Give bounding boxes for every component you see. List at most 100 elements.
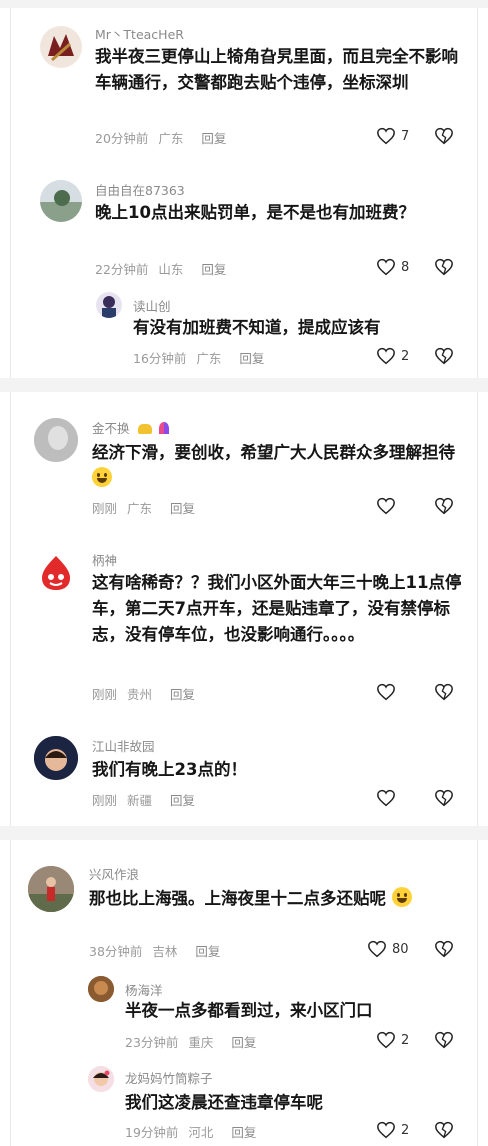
comment-text: 那也比上海强。上海夜里十二点多还贴呢: [89, 886, 464, 912]
like-button[interactable]: [376, 683, 411, 701]
broken-heart-outline-icon: [435, 1121, 453, 1139]
like-button[interactable]: 2: [376, 1121, 411, 1139]
reply-button[interactable]: 回复: [170, 793, 195, 808]
dislike-button[interactable]: [434, 683, 454, 701]
comment-text: 这有啥稀奇？？我们小区外面大年三十晚上11点停车，第二天7点开车，还是贴违章了，…: [92, 573, 462, 644]
like-button[interactable]: [376, 497, 411, 515]
like-button[interactable]: 7: [376, 127, 411, 145]
user-avatar[interactable]: [88, 976, 114, 1002]
broken-heart-outline-icon: [435, 1031, 453, 1049]
broken-heart-outline-icon: [435, 940, 453, 958]
broken-heart-outline-icon: [435, 789, 453, 807]
comment-text-body: 经济下滑，要创收，希望广大人民群众多理解担待: [92, 443, 455, 462]
laughing-tears-emoji-icon: [391, 887, 412, 907]
user-avatar[interactable]: [34, 550, 78, 594]
reply-button[interactable]: 回复: [195, 944, 220, 959]
comment-time: 20分钟前: [95, 131, 149, 146]
comment-time: 刚刚: [92, 501, 118, 516]
like-count: 7: [401, 128, 410, 144]
heart-outline-icon: [377, 683, 395, 701]
comment-location: 重庆: [188, 1035, 214, 1050]
reply-button[interactable]: 回复: [231, 1125, 256, 1140]
like-button[interactable]: 8: [376, 258, 411, 276]
section-gap: [0, 826, 488, 840]
comment-location: 贵州: [127, 687, 153, 702]
comment-text: 我半夜三更停山上犄角旮旯里面，而且完全不影响车辆通行，交警都跑去贴个违停，坐标深…: [95, 47, 458, 92]
like-button[interactable]: [376, 789, 411, 807]
comment-meta: 22分钟前 山东 回复: [95, 259, 236, 278]
user-avatar[interactable]: [34, 736, 78, 780]
comment-location: 广东: [158, 131, 184, 146]
comment-username[interactable]: 江山非故园: [92, 736, 155, 755]
comment-meta: 16分钟前 广东 回复: [133, 348, 274, 367]
comment-username[interactable]: 读山创: [133, 296, 171, 315]
comment-username[interactable]: 龙妈妈竹筒粽子: [125, 1068, 213, 1087]
like-button[interactable]: 2: [376, 1031, 411, 1049]
comment-username[interactable]: Mr丶TteacHeR: [95, 24, 184, 43]
dislike-button[interactable]: [434, 1121, 454, 1139]
like-button[interactable]: 80: [367, 940, 409, 958]
user-avatar[interactable]: [34, 418, 78, 462]
card-edge: [10, 392, 11, 826]
heart-outline-icon: [377, 127, 395, 145]
section-gap: [0, 378, 488, 392]
heart-outline-icon: [368, 940, 386, 958]
dislike-button[interactable]: [434, 258, 454, 276]
dislike-button[interactable]: [434, 940, 454, 958]
comment-meta: 20分钟前 广东 回复: [95, 128, 236, 147]
dislike-button[interactable]: [434, 127, 454, 145]
comment-time: 16分钟前: [133, 351, 187, 366]
comment-meta: 刚刚 新疆 回复: [92, 790, 205, 809]
broken-heart-outline-icon: [435, 258, 453, 276]
dislike-button[interactable]: [434, 1031, 454, 1049]
user-avatar[interactable]: [28, 866, 74, 912]
comment-text-body: 那也比上海强。上海夜里十二点多还贴呢: [89, 889, 386, 908]
reply-button[interactable]: 回复: [239, 351, 264, 366]
comment-text: 半夜一点多都看到过，来小区门口: [125, 1001, 373, 1020]
section-gap: [0, 0, 488, 8]
comment-meta: 38分钟前 吉林 回复: [89, 941, 230, 960]
comment-username[interactable]: 杨海洋: [125, 980, 163, 999]
reply-button[interactable]: 回复: [201, 262, 226, 277]
reply-button[interactable]: 回复: [231, 1035, 256, 1050]
comment-meta: 刚刚 贵州 回复: [92, 684, 205, 703]
username-text: 金不换: [92, 421, 130, 436]
dislike-button[interactable]: [434, 497, 454, 515]
comment-meta: 23分钟前 重庆 回复: [125, 1032, 266, 1051]
heart-outline-icon: [377, 347, 395, 365]
comment-username[interactable]: 兴风作浪: [89, 864, 139, 883]
reply-button[interactable]: 回复: [201, 131, 226, 146]
dislike-button[interactable]: [434, 347, 454, 365]
card-edge: [10, 8, 11, 378]
comment-username[interactable]: 金不换: [92, 418, 170, 437]
heart-outline-icon: [377, 789, 395, 807]
comment-meta: 刚刚 广东 回复: [92, 498, 205, 517]
reply-button[interactable]: 回复: [170, 501, 195, 516]
reply-button[interactable]: 回复: [170, 687, 195, 702]
comment-location: 广东: [196, 351, 222, 366]
user-avatar[interactable]: [96, 292, 122, 318]
comment-text: 我们有晚上23点的！: [92, 760, 247, 779]
comment-time: 38分钟前: [89, 944, 143, 959]
broken-heart-outline-icon: [435, 347, 453, 365]
dislike-button[interactable]: [434, 789, 454, 807]
comment-location: 河北: [188, 1125, 214, 1140]
comment-text: 晚上10点出来贴罚单，是不是也有加班费？: [95, 203, 415, 222]
comment-username[interactable]: 柄神: [92, 550, 117, 569]
card-edge: [477, 8, 478, 378]
comment-location: 吉林: [152, 944, 178, 959]
comment-time: 刚刚: [92, 793, 118, 808]
ribbon-icon: [159, 422, 170, 434]
like-count: 80: [392, 941, 409, 957]
like-count: 8: [401, 259, 410, 275]
user-avatar[interactable]: [40, 26, 82, 68]
user-avatar[interactable]: [40, 180, 82, 222]
comment-username[interactable]: 自由自在87363: [95, 180, 185, 199]
broken-heart-outline-icon: [435, 497, 453, 515]
like-button[interactable]: 2: [376, 347, 411, 365]
like-count: 2: [401, 348, 410, 364]
comment-time: 22分钟前: [95, 262, 149, 277]
user-avatar[interactable]: [88, 1066, 114, 1092]
comment-text: 我们这凌晨还查违章停车呢: [125, 1093, 323, 1112]
grinning-face-emoji-icon: [92, 467, 112, 487]
